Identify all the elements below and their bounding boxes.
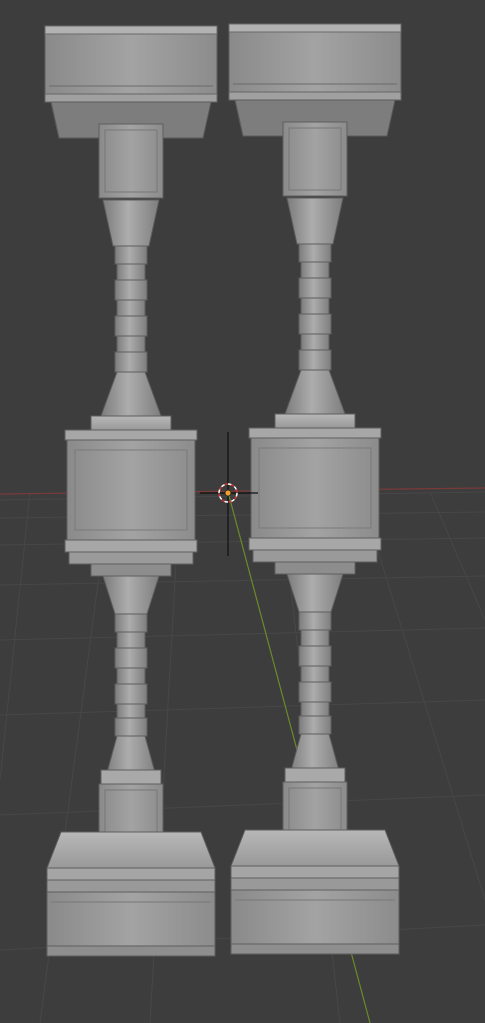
pillar-right[interactable] [228,23,402,955]
3d-viewport[interactable] [0,0,485,1023]
object-origin-icon [224,489,232,497]
viewport-canvas [0,23,485,1023]
pillar-left[interactable] [44,25,218,957]
